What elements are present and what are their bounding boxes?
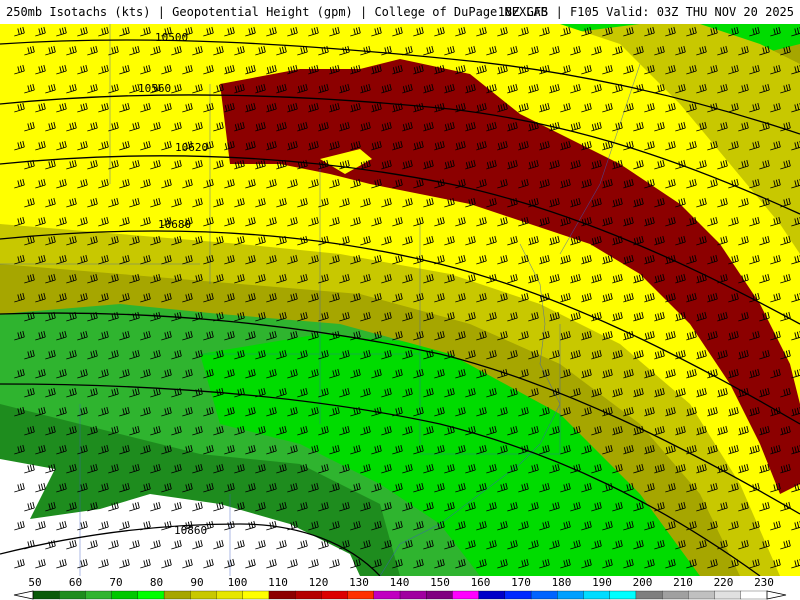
- colorbar-swatch: [373, 590, 401, 600]
- colorbar-tick-label: 230: [754, 576, 774, 589]
- colorbar-tick-label: 220: [714, 576, 734, 589]
- colorbar-tick-label: 120: [309, 576, 329, 589]
- colorbar-tick-label: 130: [349, 576, 369, 589]
- colorbar-swatch: [216, 590, 244, 600]
- colorbar-swatch: [478, 590, 506, 600]
- colorbar-swatch: [609, 590, 637, 600]
- colorbar-swatch: [190, 590, 217, 600]
- colorbar-tick-label: 50: [28, 576, 41, 589]
- model-run-label: 18Z GFS | F105 Valid: 03Z THU NOV 20 202…: [497, 5, 794, 19]
- colorbar-swatch: [85, 590, 113, 600]
- colorbar-tick-label: 180: [552, 576, 572, 589]
- colorbar-swatch: [137, 590, 165, 600]
- colorbar-right-arrow: [766, 590, 787, 600]
- colorbar-swatch: [714, 590, 742, 600]
- colorbar-tick-label: 210: [673, 576, 693, 589]
- contour-label-10500: 10500: [155, 31, 188, 44]
- colorbar-tick-label: 90: [190, 576, 203, 589]
- colorbar-swatch: [688, 590, 716, 600]
- colorbar-tick-label: 110: [268, 576, 288, 589]
- colorbar-swatch: [635, 590, 663, 600]
- isotach-map: 10500 10560 10620 10680 10860: [0, 24, 800, 576]
- colorbar-tick-label: 140: [390, 576, 410, 589]
- colorbar-swatch: [242, 590, 270, 600]
- colorbar-swatch: [583, 590, 611, 600]
- colorbar-swatch: [268, 590, 296, 600]
- colorbar-tick-label: 100: [228, 576, 248, 589]
- colorbar-tick-label: 190: [592, 576, 612, 589]
- colorbar-swatch: [557, 590, 584, 600]
- colorbar-swatch: [111, 590, 139, 600]
- colorbar-swatch: [32, 590, 60, 600]
- colorbar-swatches: [32, 590, 768, 600]
- colorbar-graphic: 50 60 70 80 90 100 110 120 130 140 150 160 170 180 190…: [13, 576, 787, 600]
- colorbar-swatch: [661, 590, 689, 600]
- colorbar-swatch: [399, 590, 427, 600]
- colorbar-swatch: [452, 590, 480, 600]
- colorbar-tick-label: 60: [69, 576, 82, 589]
- colorbar-tick-label: 160: [471, 576, 491, 589]
- colorbar-tick-label: 150: [430, 576, 450, 589]
- colorbar-tick-label: 80: [150, 576, 163, 589]
- colorbar-swatch: [347, 590, 375, 600]
- colorbar-left-arrow: [13, 590, 34, 600]
- colorbar-swatch: [163, 590, 191, 600]
- colorbar-swatch: [740, 590, 768, 600]
- colorbar-swatch: [504, 590, 532, 600]
- product-title: 250mb Isotachs (kts) | Geopotential Heig…: [6, 5, 548, 19]
- colorbar-swatch: [321, 590, 349, 600]
- colorbar-swatch: [59, 590, 86, 600]
- contour-label-10860: 10860: [174, 524, 207, 537]
- colorbar-tick-label: 70: [109, 576, 122, 589]
- colorbar-ticks: 50 60 70 80 90 100 110 120 130 140 150 160 170 180 190…: [28, 576, 774, 589]
- speed-colorbar: 50 60 70 80 90 100 110 120 130 140 150 160 170 180 190…: [0, 576, 800, 600]
- colorbar-swatch: [530, 590, 558, 600]
- colorbar-tick-label: 170: [511, 576, 531, 589]
- colorbar-swatch: [294, 590, 322, 600]
- map-header: 250mb Isotachs (kts) | Geopotential Heig…: [0, 0, 800, 24]
- colorbar-tick-label: 200: [633, 576, 653, 589]
- colorbar-swatch: [426, 590, 453, 600]
